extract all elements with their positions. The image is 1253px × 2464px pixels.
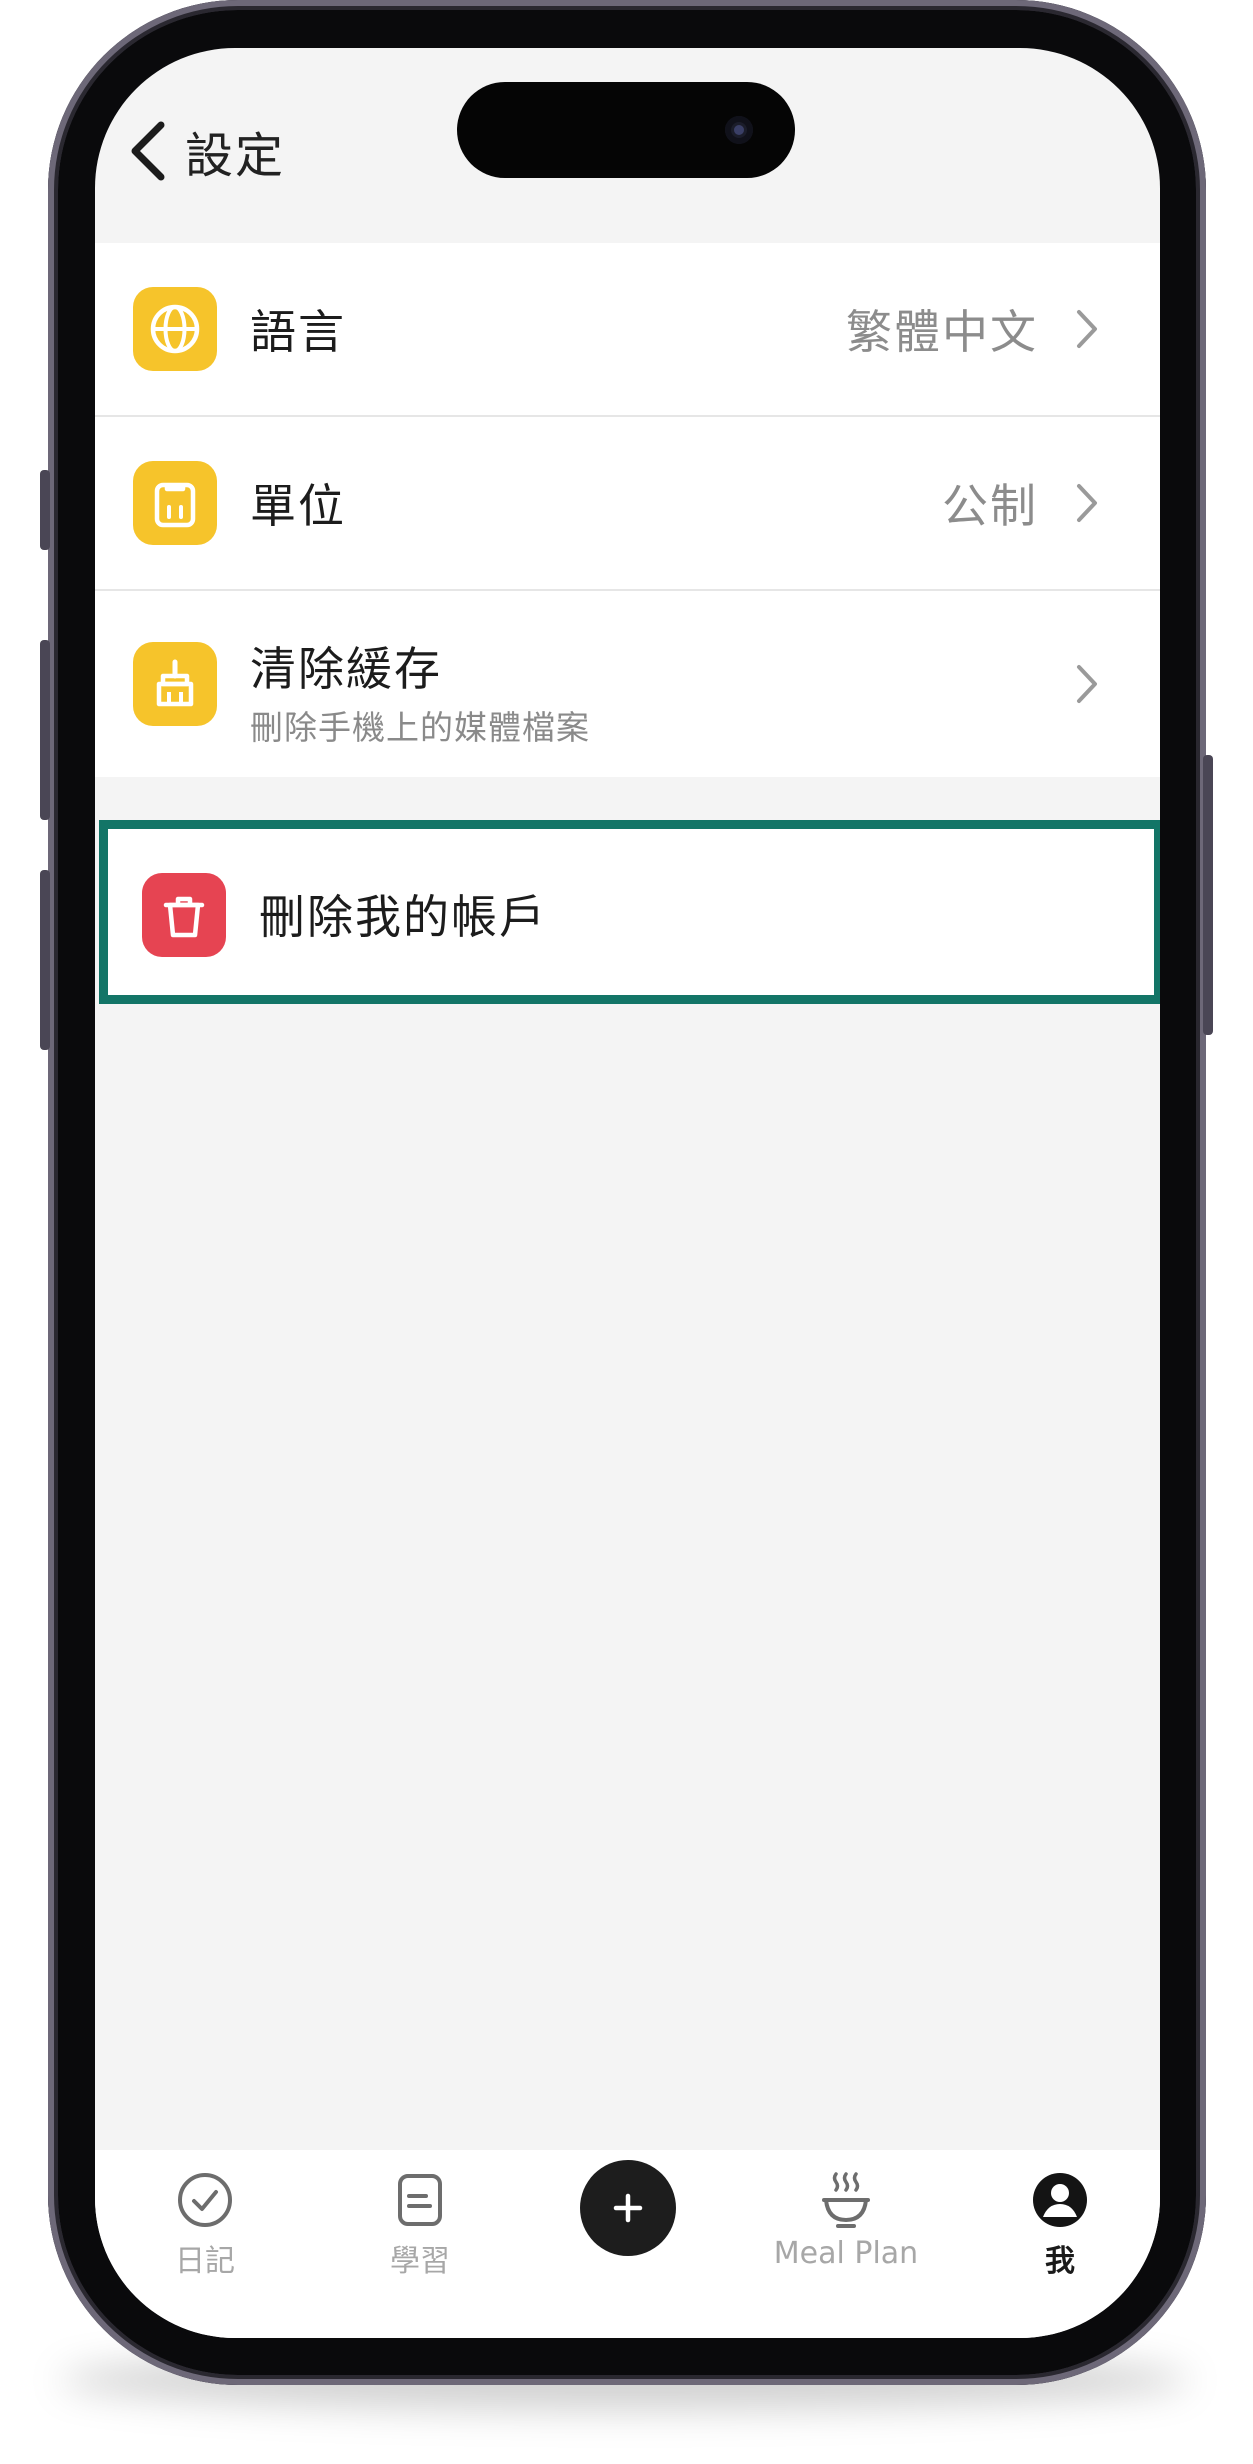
navigation-bar: 設定 — [95, 48, 1160, 238]
chevron-right-icon — [1077, 310, 1097, 348]
tab-diary[interactable]: 日記 — [125, 2150, 285, 2300]
language-label: 語言 — [250, 305, 346, 359]
note-icon — [398, 2174, 442, 2226]
tab-bar: 日記 學習 Meal Plan 我 — [95, 2150, 1160, 2338]
tab-meal-plan[interactable]: Meal Plan — [766, 2150, 926, 2300]
tab-label: 學習 — [390, 2244, 450, 2279]
volume-down-button — [40, 870, 50, 1050]
action-button — [40, 470, 50, 550]
broom-icon — [133, 642, 217, 726]
clear-cache-subtitle: 刪除手機上的媒體檔案 — [250, 708, 590, 747]
check-circle-icon — [178, 2173, 232, 2227]
chevron-left-icon — [131, 121, 165, 181]
trash-icon — [142, 873, 226, 957]
add-button[interactable] — [580, 2160, 676, 2256]
units-label: 單位 — [250, 479, 346, 533]
profile-icon — [1033, 2173, 1087, 2227]
power-button — [1203, 755, 1213, 1035]
units-value: 公制 — [942, 479, 1038, 533]
chevron-right-icon — [1077, 665, 1097, 703]
settings-group: 語言 繁體中文 單位 公制 清除緩存 刪除手機上的媒體檔案 — [95, 243, 1160, 777]
plus-icon — [613, 2193, 643, 2223]
clipboard-icon — [133, 461, 217, 545]
back-label: 設定 — [185, 128, 286, 184]
tab-learn[interactable]: 學習 — [340, 2150, 500, 2300]
delete-account-label: 刪除我的帳戶 — [259, 890, 547, 944]
settings-row-units[interactable]: 單位 公制 — [95, 415, 1160, 589]
tab-me[interactable]: 我 — [980, 2150, 1140, 2300]
settings-row-clear-cache[interactable]: 清除緩存 刪除手機上的媒體檔案 — [95, 589, 1160, 777]
tab-label: 我 — [1045, 2244, 1075, 2279]
language-value: 繁體中文 — [846, 305, 1038, 359]
delete-account-row[interactable]: 刪除我的帳戶 — [99, 820, 1160, 1004]
back-button[interactable]: 設定 — [127, 106, 285, 196]
clear-cache-label: 清除緩存 — [250, 642, 442, 696]
chevron-right-icon — [1077, 484, 1097, 522]
tab-label: 日記 — [175, 2244, 235, 2279]
screen: 設定 語言 繁體中文 單位 公制 清除緩存 刪除手機上的媒體檔案 刪除我的帳戶 … — [95, 48, 1160, 2338]
settings-row-language[interactable]: 語言 繁體中文 — [95, 243, 1160, 415]
globe-icon — [133, 287, 217, 371]
bowl-icon — [822, 2172, 870, 2228]
tab-label: Meal Plan — [773, 2236, 919, 2271]
volume-up-button — [40, 640, 50, 820]
